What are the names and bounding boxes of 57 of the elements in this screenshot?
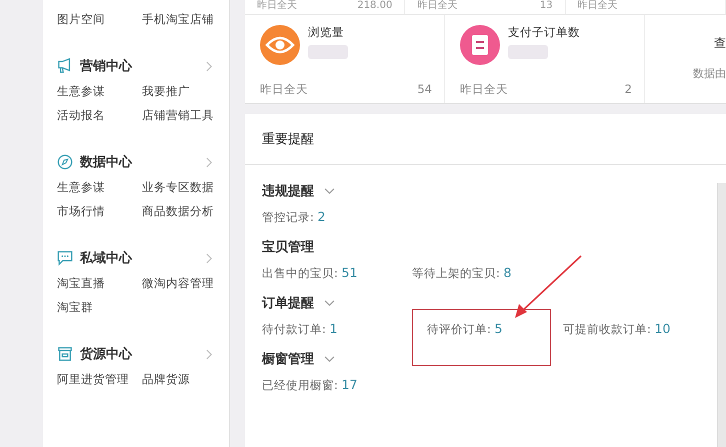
stat-label: 浏览量 [308, 25, 345, 40]
chevron-right-icon[interactable] [206, 252, 213, 264]
compass-icon [57, 154, 73, 170]
chevron-down-icon[interactable] [324, 300, 335, 306]
section-heading: 数据中心 [80, 154, 132, 171]
group-heading: 订单提醒 [262, 295, 314, 312]
reminder-item[interactable]: 已经使用橱窗: 17 [262, 378, 358, 392]
reminder-item[interactable]: 待付款订单: 1 [262, 322, 338, 336]
sidebar-link[interactable]: 业务专区数据 [142, 180, 237, 195]
sidebar-link[interactable]: 淘宝直播 [57, 276, 142, 291]
chevron-right-icon[interactable] [206, 156, 213, 168]
data-note: 数据由 [693, 66, 726, 81]
scrollbar[interactable] [717, 183, 726, 447]
panel-title: 重要提醒 [262, 131, 314, 148]
sidebar-link[interactable]: 我要推广 [142, 84, 237, 99]
sidebar-link[interactable]: 活动报名 [57, 108, 142, 123]
sidebar-link[interactable]: 市场行情 [57, 204, 142, 219]
chevron-right-icon[interactable] [206, 60, 213, 72]
stat-value: 218.00 [357, 0, 392, 13]
sidebar-link[interactable]: 图片空间 [57, 12, 142, 27]
sidebar-link[interactable]: 店铺营销工具 [142, 108, 237, 123]
reminder-item[interactable]: 管控记录: 2 [262, 210, 326, 224]
reminder-item[interactable]: 待评价订单: 5 [412, 309, 551, 366]
period-label: 昨日全天 [460, 82, 508, 97]
chat-icon [57, 250, 73, 266]
sidebar-link[interactable]: 生意参谋 [57, 180, 142, 195]
group-heading: 违规提醒 [262, 183, 314, 200]
sidebar-link[interactable]: 商品数据分析 [142, 204, 237, 219]
box-icon [57, 346, 73, 362]
megaphone-icon [57, 58, 73, 74]
section-heading: 营销中心 [80, 58, 132, 75]
reminder-item[interactable]: 可提前收款订单: 10 [563, 322, 670, 336]
period-label: 昨日全天 [578, 0, 618, 13]
chevron-right-icon[interactable] [206, 348, 213, 360]
period-label: 昨日全天 [260, 82, 308, 97]
stat-value: 54 [417, 82, 432, 97]
group-heading: 橱窗管理 [262, 350, 314, 368]
stat-value: 13 [540, 0, 553, 13]
stat-label: 支付子订单数 [508, 25, 580, 40]
section-heading: 私域中心 [80, 250, 132, 267]
period-label: 昨日全天 [257, 0, 297, 13]
chevron-down-icon[interactable] [324, 188, 335, 194]
chevron-down-icon[interactable] [324, 356, 335, 362]
reminder-item[interactable]: 出售中的宝贝: 51 [262, 266, 358, 280]
period-label: 昨日全天 [417, 0, 458, 13]
sidebar-link[interactable]: 手机淘宝店铺 [142, 12, 237, 27]
sidebar-link[interactable]: 阿里进货管理 [57, 372, 142, 387]
sidebar-link[interactable]: 淘宝群 [57, 300, 142, 315]
group-heading: 宝贝管理 [262, 238, 314, 256]
reminder-item[interactable]: 等待上架的宝贝: 8 [412, 266, 512, 280]
sidebar-link[interactable]: 品牌货源 [142, 372, 237, 387]
sidebar-link[interactable]: 生意参谋 [57, 84, 142, 99]
stat-value: 2 [624, 82, 632, 97]
sidebar-link[interactable]: 微淘内容管理 [142, 276, 237, 291]
annotation-arrow [513, 254, 583, 320]
view-link[interactable]: 查 [714, 35, 726, 52]
section-heading: 货源中心 [80, 346, 132, 363]
